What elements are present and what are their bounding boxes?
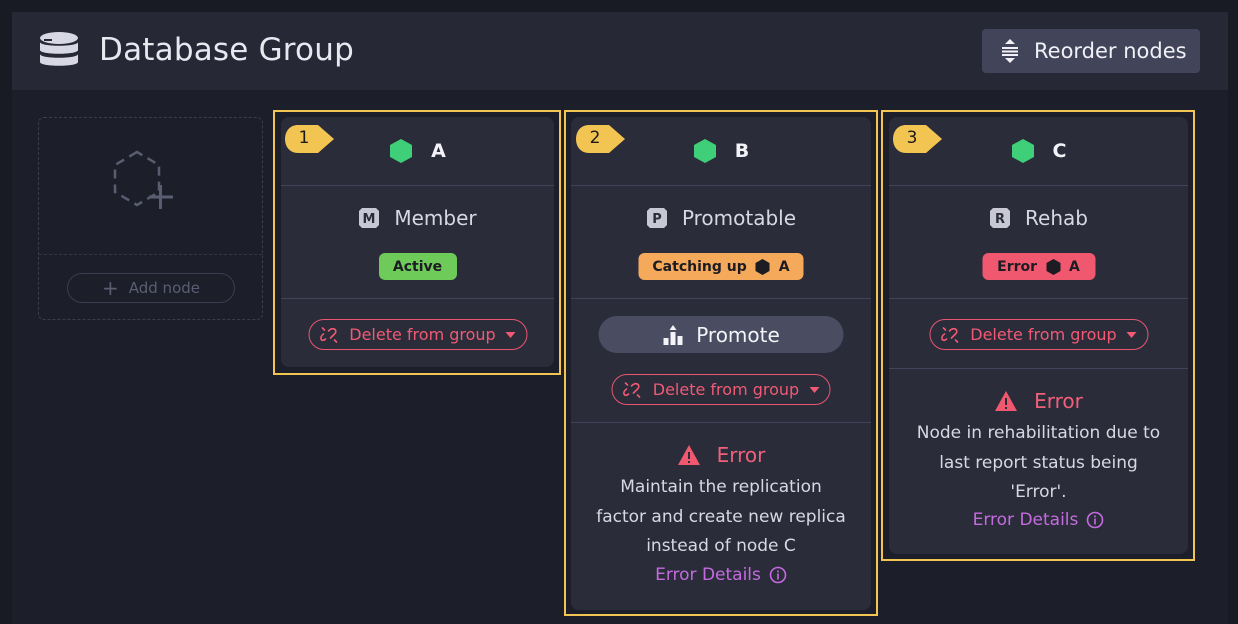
node-role: P Promotable <box>571 206 871 230</box>
node-role-label: Rehab <box>1025 206 1088 230</box>
svg-text:R: R <box>995 212 1005 227</box>
node-role-label: Member <box>394 206 477 230</box>
error-title: Error <box>889 389 1188 413</box>
error-details-link[interactable]: Error Details <box>889 510 1188 530</box>
svg-text:M: M <box>363 212 376 227</box>
delete-label: Delete from group <box>349 325 496 344</box>
add-node-button[interactable]: + Add node <box>67 273 235 303</box>
unlink-icon <box>623 381 641 398</box>
node-tag: A <box>431 140 446 162</box>
separator <box>571 185 871 186</box>
error-message: Node in rehabilitation due to last repor… <box>916 423 1161 502</box>
separator <box>571 422 871 423</box>
warning-icon <box>677 445 700 465</box>
error-title-label: Error <box>1034 389 1083 413</box>
warning-icon <box>995 391 1018 411</box>
delete-label: Delete from group <box>970 325 1117 344</box>
delete-label: Delete from group <box>652 380 800 399</box>
info-icon <box>769 566 787 584</box>
page-title: Database Group <box>99 32 354 68</box>
error-details-label: Error Details <box>972 510 1079 530</box>
node-role: R Rehab <box>889 206 1188 230</box>
error-details-link[interactable]: Error Details <box>571 565 871 585</box>
error-title-label: Error <box>716 443 766 467</box>
separator <box>889 298 1188 299</box>
node-card-c[interactable]: C R Rehab Error A Delete from group Erro… <box>889 117 1188 554</box>
node-role-label: Promotable <box>681 206 797 230</box>
node-tag: B <box>734 140 750 162</box>
member-icon: M <box>359 208 380 228</box>
node-card-b[interactable]: B P Promotable Catching up A Promote Del… <box>571 117 871 610</box>
node-hexagon-icon <box>1046 258 1061 275</box>
error-message: Maintain the replication factor and crea… <box>596 477 846 556</box>
error-title: Error <box>571 443 871 467</box>
status-label: Error <box>997 258 1038 275</box>
delete-from-group-button[interactable]: Delete from group <box>308 319 527 350</box>
reorder-label: Reorder nodes <box>1034 39 1187 63</box>
promotable-icon: P <box>646 208 667 228</box>
separator <box>889 185 1188 186</box>
status-label: Active <box>392 258 443 275</box>
svg-text:P: P <box>652 212 662 227</box>
info-icon <box>1087 511 1104 529</box>
error-details-label: Error Details <box>655 565 761 585</box>
caret-down-icon <box>809 386 820 393</box>
separator <box>281 185 554 186</box>
caret-down-icon <box>1126 331 1137 338</box>
status-label: Catching up <box>652 258 747 275</box>
add-node-label: Add node <box>128 279 200 297</box>
separator <box>571 298 871 299</box>
add-card-divider <box>39 254 262 255</box>
separator <box>281 298 554 299</box>
delete-from-group-button[interactable]: Delete from group <box>929 319 1148 350</box>
reorder-nodes-button[interactable]: Reorder nodes <box>982 29 1200 73</box>
delete-from-group-button[interactable]: Delete from group <box>611 374 831 405</box>
promote-button[interactable]: Promote <box>598 316 844 353</box>
promote-icon <box>663 324 683 345</box>
add-node-card[interactable]: + Add node <box>38 117 263 320</box>
node-hexagon-icon <box>693 139 716 163</box>
status-node: A <box>778 258 790 275</box>
node-role: M Member <box>281 206 554 230</box>
reorder-icon <box>1002 39 1018 63</box>
node-hexagon-icon <box>1011 139 1034 163</box>
promote-label: Promote <box>696 322 780 347</box>
add-node-icon <box>113 150 173 209</box>
separator <box>889 368 1188 369</box>
status-node: A <box>1069 258 1080 275</box>
unlink-icon <box>940 326 959 343</box>
node-card-a[interactable]: A M Member Active Delete from group <box>281 117 554 367</box>
status-badge: Error A <box>982 253 1095 280</box>
caret-down-icon <box>505 331 516 338</box>
database-icon <box>40 32 78 66</box>
node-hexagon-icon <box>755 258 770 275</box>
rehab-icon: R <box>990 208 1011 228</box>
plus-icon: + <box>101 276 119 300</box>
unlink-icon <box>319 326 338 343</box>
status-badge: Active <box>378 253 457 280</box>
node-tag: C <box>1052 140 1067 162</box>
status-badge: Catching up A <box>638 253 804 280</box>
node-hexagon-icon <box>390 139 413 163</box>
